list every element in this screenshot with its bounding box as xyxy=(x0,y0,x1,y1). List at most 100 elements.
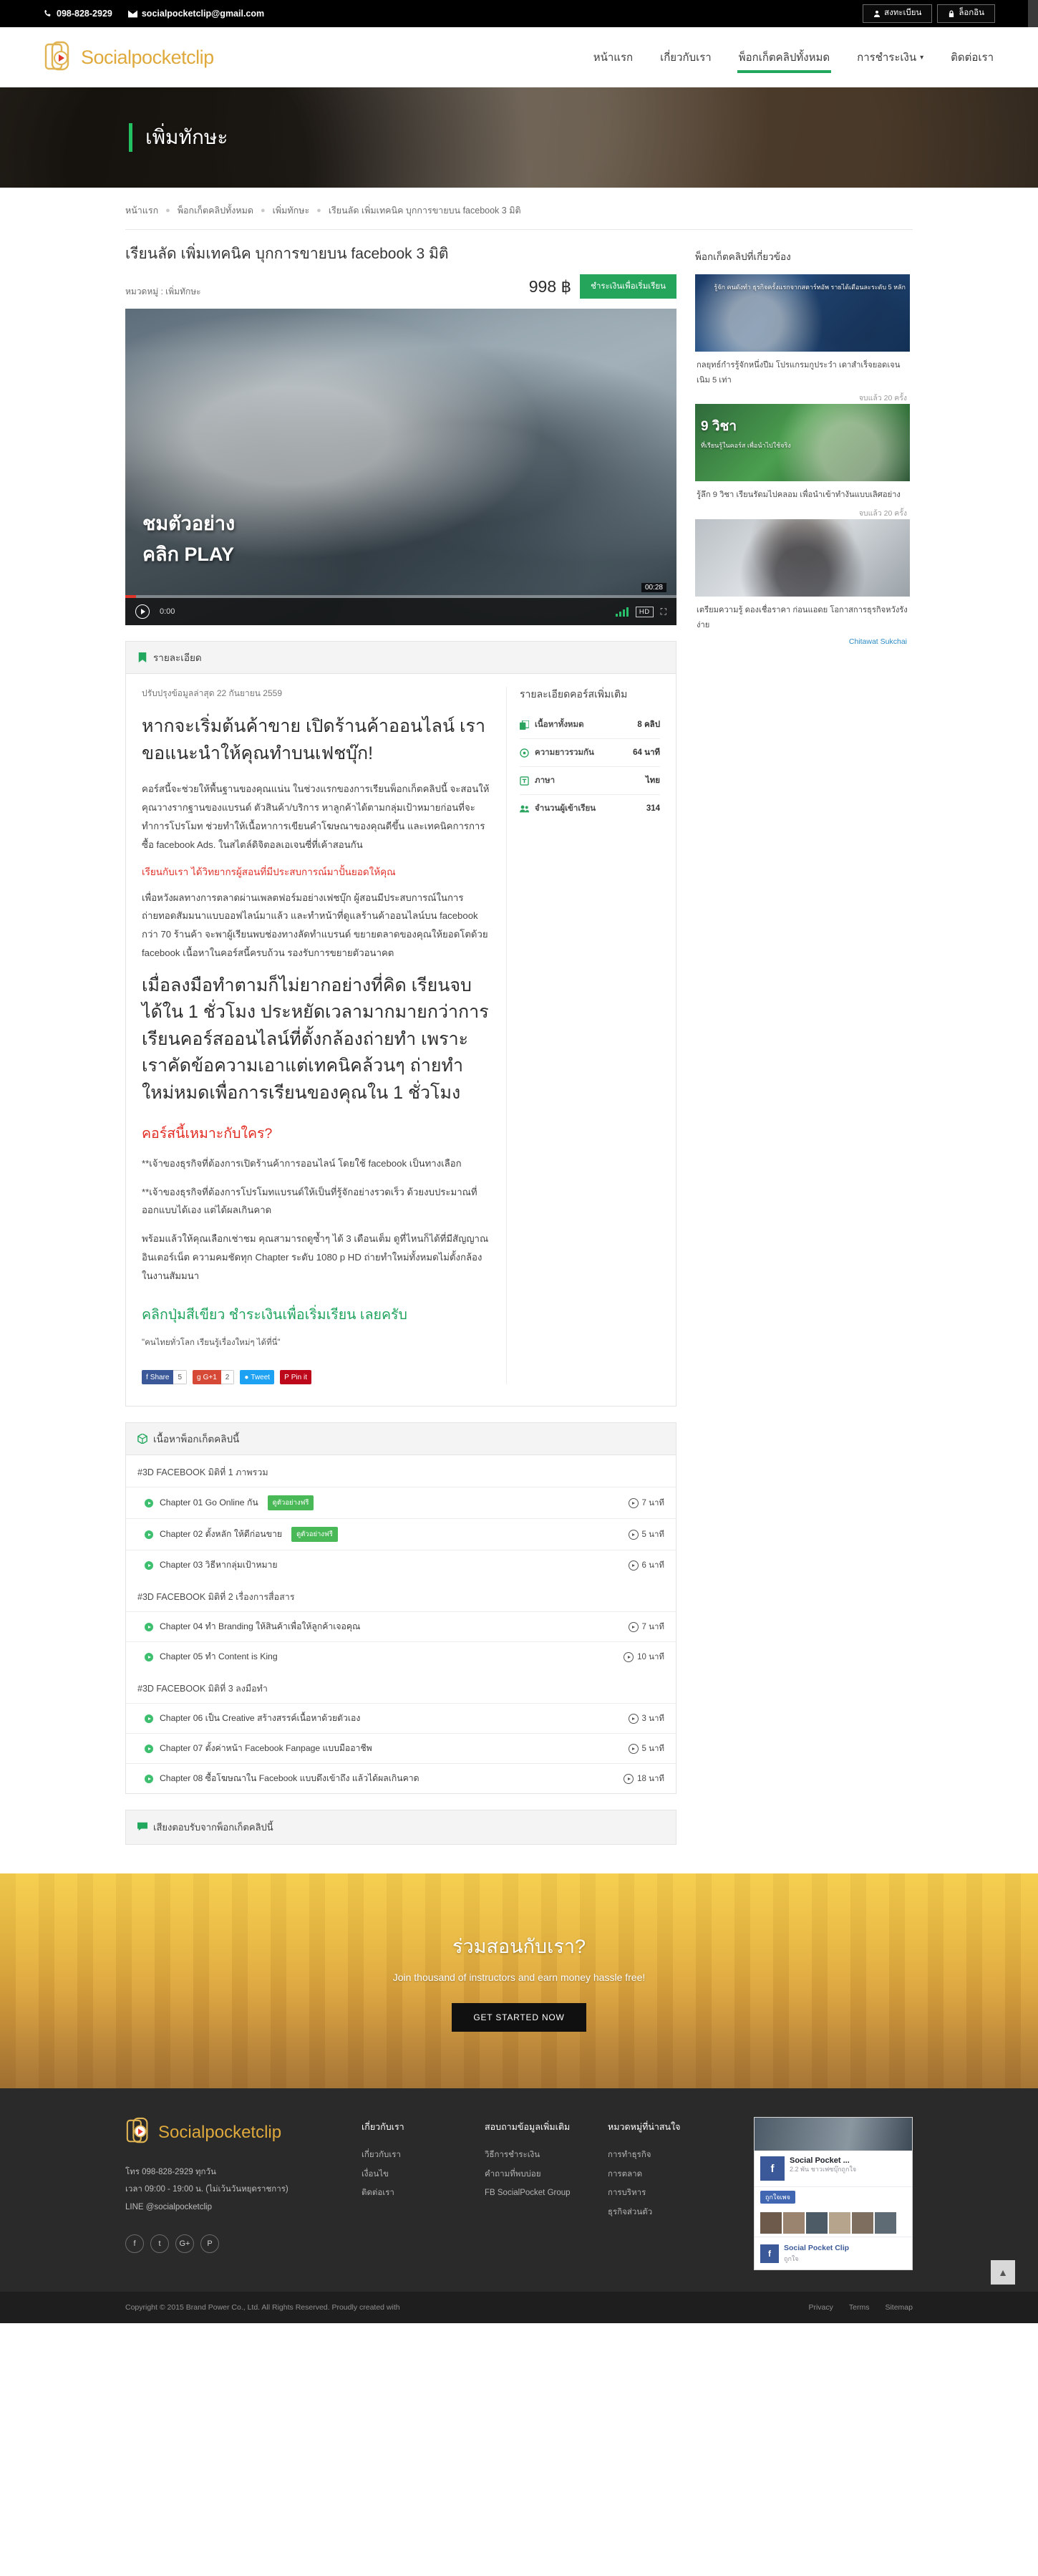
fb-like-button[interactable]: ถูกใจเพจ xyxy=(760,2191,795,2204)
related-thumbnail-headline: 9 วิชา xyxy=(701,419,737,435)
fb-widget-cover xyxy=(755,2118,912,2151)
footer-link[interactable]: การตลาด xyxy=(608,2165,694,2184)
register-button[interactable]: สงทะเบียน xyxy=(863,4,933,23)
topbar-phone[interactable]: 098-828-2929 xyxy=(43,9,112,19)
facebook-share-label: Share xyxy=(150,1373,170,1381)
description-heading-2: เมื่อลงมือทำตามก็ไม่ยากอย่างที่คิด เรียน… xyxy=(142,975,489,1103)
chapter-duration: 6 นาที xyxy=(628,1559,664,1572)
facebook-icon[interactable]: f xyxy=(125,2234,144,2253)
play-circle-icon xyxy=(145,1560,153,1570)
footer-link[interactable]: การทำธุรกิจ xyxy=(608,2146,694,2164)
breadcrumb-item-2[interactable]: เพิ่มทักษะ xyxy=(273,203,310,218)
related-card-1[interactable]: 9 วิชา ที่เรียนรู้ในคอร์ส เพื่อนำไปใช้จร… xyxy=(695,404,910,519)
breadcrumb-item-0[interactable]: หน้าแรก xyxy=(125,203,158,218)
feedback-panel-header: เสียงตอบรับจากพ็อกเก็ตคลิปนี้ xyxy=(126,1810,676,1845)
nav-item-payment[interactable]: การชำระเงิน ▾ xyxy=(855,30,925,85)
chapter-row[interactable]: Chapter 07 ตั้งค่าหน้า Facebook Fanpage … xyxy=(126,1733,676,1763)
breadcrumb-item-1[interactable]: พ็อกเก็ตคลิปทั้งหมด xyxy=(178,203,253,218)
related-thumbnail: 9 วิชา ที่เรียนรู้ในคอร์ส เพื่อนำไปใช้จร… xyxy=(695,404,910,482)
primary-nav: หน้าแรก เกี่ยวกับเรา พ็อกเก็ตคลิปทั้งหมด… xyxy=(592,30,995,85)
chapter-row[interactable]: Chapter 01 Go Online กัน ดูตัวอย่างฟรี 7… xyxy=(126,1487,676,1518)
nav-item-about[interactable]: เกี่ยวกับเรา xyxy=(659,30,713,85)
footer-link[interactable]: วิธีการชำระเงิน xyxy=(485,2146,571,2164)
pinterest-share-button[interactable]: P Pin it xyxy=(280,1370,311,1385)
buy-course-button[interactable]: ชำระเงินเพื่อเริ่มเรียน xyxy=(580,274,676,299)
related-thumbnail xyxy=(695,519,910,597)
who-item-2: **เจ้าของธุรกิจที่ต้องการโปรโมทแบรนด์ให้… xyxy=(142,1186,477,1216)
hd-badge[interactable]: HD xyxy=(635,606,654,617)
pinterest-icon[interactable]: P xyxy=(200,2234,219,2253)
sitemap-link[interactable]: Sitemap xyxy=(885,2303,913,2312)
free-preview-tag[interactable]: ดูตัวอย่างฟรี xyxy=(291,1527,338,1543)
chapter-duration: 5 นาที xyxy=(628,1742,665,1755)
google-plus-share-button[interactable]: g G+1 2 xyxy=(193,1370,235,1385)
user-icon xyxy=(874,10,881,17)
topbar-contact: 098-828-2929 socialpocketclip@gmail.com xyxy=(43,9,264,19)
content-panel-header: เนื้อหาพ็อกเก็ตคลิปนี้ xyxy=(126,1423,676,1456)
footer-link[interactable]: เกี่ยวกับเรา xyxy=(362,2146,447,2164)
terms-link[interactable]: Terms xyxy=(849,2303,870,2312)
footer-contact-line-0: โทร 098-828-2929 ทุกวัน xyxy=(125,2168,216,2177)
related-card-2[interactable]: เตรียมความรู้ ดองเชื่อราคา ก่อนแอดย โอกา… xyxy=(695,519,910,646)
detail-panel-header: รายละเอียด xyxy=(126,642,676,675)
footer-link[interactable]: FB SocialPocket Group xyxy=(485,2184,571,2202)
main-column: เรียนลัด เพิ่มเทคนิค บุกการขายบน faceboo… xyxy=(125,244,676,1873)
fb-widget-footer-name[interactable]: Social Pocket Clip xyxy=(784,2243,849,2254)
nav-item-contact[interactable]: ติดต่อเรา xyxy=(949,30,995,85)
twitter-icon: ● xyxy=(244,1373,249,1381)
back-to-top-button[interactable]: ▲ xyxy=(991,2259,1015,2285)
privacy-link[interactable]: Privacy xyxy=(808,2303,833,2312)
get-started-button[interactable]: GET STARTED NOW xyxy=(452,2002,586,2032)
chapter-duration: 10 นาที xyxy=(624,1651,664,1664)
chapter-duration-text: 5 นาที xyxy=(641,1744,665,1753)
fb-page-name[interactable]: Social Pocket ... xyxy=(790,2156,850,2165)
chapter-row[interactable]: Chapter 06 เป็น Creative สร้างสรรค์เนื้อ… xyxy=(126,1703,676,1733)
footer-logo[interactable]: Socialpocketclip xyxy=(125,2117,340,2148)
footer-link[interactable]: การบริหาร xyxy=(608,2184,694,2202)
copyright-links: Privacy Terms Sitemap xyxy=(808,2303,913,2312)
google-plus-icon[interactable]: G+ xyxy=(175,2234,194,2253)
scrollbar-track[interactable] xyxy=(1028,0,1038,27)
volume-icon[interactable] xyxy=(615,607,629,617)
who-item-1: **เจ้าของธุรกิจที่ต้องการเปิดร้านค้าการอ… xyxy=(142,1158,462,1169)
footer-link[interactable]: คำถามที่พบบ่อย xyxy=(485,2165,571,2184)
footer-brand-block: Socialpocketclip โทร 098-828-2929 ทุกวัน… xyxy=(125,2117,340,2270)
twitter-share-button[interactable]: ● Tweet xyxy=(240,1370,275,1385)
description-red-line: เรียนกับเรา ได้วิทยากรผู้สอนที่มีประสบกา… xyxy=(142,867,396,878)
main-navbar: Socialpocketclip หน้าแรก เกี่ยวกับเรา พ็… xyxy=(0,27,1038,87)
users-icon xyxy=(520,804,529,814)
free-preview-tag[interactable]: ดูตัวอย่างฟรี xyxy=(267,1495,314,1511)
chapter-title: Chapter 08 ซื้อโฆษณาใน Facebook แบบดึงเข… xyxy=(160,1773,419,1784)
chapter-row[interactable]: Chapter 08 ซื้อโฆษณาใน Facebook แบบดึงเข… xyxy=(126,1763,676,1793)
footer-link[interactable]: ธุรกิจส่วนตัว xyxy=(608,2203,694,2222)
related-card-author[interactable]: Chitawat Sukchai xyxy=(695,637,910,646)
chapter-row[interactable]: Chapter 04 ทำ Branding ให้สินค้าเพื่อให้… xyxy=(126,1611,676,1641)
footer-column-title: หมวดหมู่ที่น่าสนใจ xyxy=(608,2122,681,2133)
detail-panel-title: รายละเอียด xyxy=(153,652,202,664)
facebook-share-button[interactable]: f Share 5 xyxy=(142,1370,188,1385)
course-stats: รายละเอียดคอร์สเพิ่มเติม เนื้อหาทั้งหมด … xyxy=(506,687,660,1385)
play-icon[interactable] xyxy=(135,604,150,619)
fb-widget-footer-sub: ถูกใจ xyxy=(784,2254,799,2262)
twitter-icon[interactable]: t xyxy=(150,2234,169,2253)
login-button[interactable]: ล็อกอิน xyxy=(937,4,995,23)
topbar-email[interactable]: socialpocketclip@gmail.com xyxy=(127,9,264,19)
site-logo[interactable]: Socialpocketclip xyxy=(43,41,214,74)
chapter-duration-text: 5 นาที xyxy=(641,1530,665,1539)
nav-item-all-clips[interactable]: พ็อกเก็ตคลิปทั้งหมด xyxy=(737,30,832,85)
video-caption-line2: คลิก PLAY xyxy=(142,544,234,566)
footer-link[interactable]: ติดต่อเรา xyxy=(362,2184,447,2202)
fullscreen-icon[interactable]: ⛶ xyxy=(661,607,666,617)
related-card-0[interactable]: รู้จัก คนดังทำ ธุรกิจครั้งแรกจากสตาร์ทอั… xyxy=(695,274,910,404)
facebook-icon: f xyxy=(146,1373,148,1381)
video-player[interactable]: ชมตัวอย่าง คลิก PLAY 00:28 0:00 HD ⛶ xyxy=(125,309,676,626)
chapter-row[interactable]: Chapter 03 วิธีหากลุ่มเป้าหมาย 6 นาที xyxy=(126,1550,676,1580)
nav-item-home[interactable]: หน้าแรก xyxy=(592,30,634,85)
footer-column-about: เกี่ยวกับเรา เกี่ยวกับเรา เงื่อนไข ติดต่… xyxy=(362,2120,447,2270)
nav-item-about-label: เกี่ยวกับเรา xyxy=(660,52,712,64)
chapter-row[interactable]: Chapter 05 ทำ Content is King 10 นาที xyxy=(126,1641,676,1671)
video-duration-bubble: 00:28 xyxy=(641,583,666,593)
footer-link[interactable]: เงื่อนไข xyxy=(362,2165,447,2184)
google-plus-icon: g xyxy=(197,1373,201,1381)
chapter-row[interactable]: Chapter 02 ตั้งหลัก ให้ดีก่อนขาย ดูตัวอย… xyxy=(126,1518,676,1550)
